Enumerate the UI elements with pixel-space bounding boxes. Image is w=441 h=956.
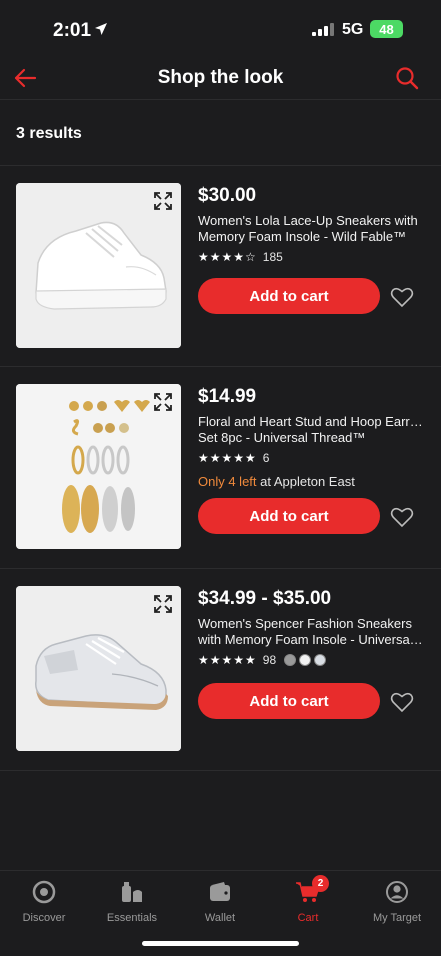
battery-icon: 48: [370, 20, 403, 38]
search-icon: [396, 67, 419, 90]
store-label: at Appleton East: [256, 474, 355, 489]
favorite-heart-icon[interactable]: [390, 506, 414, 533]
review-count: 6: [262, 451, 270, 465]
tab-label: Essentials: [106, 912, 158, 924]
expand-icon[interactable]: [153, 392, 173, 417]
target-logo-icon: [0, 879, 88, 905]
status-time: 2:01: [53, 20, 92, 41]
add-to-cart-button[interactable]: Add to cart: [198, 278, 380, 314]
product-price: $34.99 - $35.00: [198, 588, 332, 609]
product-image-sneaker-white[interactable]: [16, 183, 181, 348]
expand-icon[interactable]: [153, 191, 173, 216]
tab-label: Discover: [22, 912, 66, 924]
product-card[interactable]: $14.99 Floral and Heart Stud and Hoop Ea…: [0, 367, 441, 569]
home-indicator[interactable]: [142, 941, 299, 946]
search-button[interactable]: [392, 64, 422, 92]
product-title-line-1: Women's Lola Lace-Up Sneakers with: [198, 213, 418, 228]
cart-badge: 2: [312, 875, 329, 892]
tab-label: Cart: [297, 912, 319, 924]
add-to-cart-button[interactable]: Add to cart: [198, 683, 380, 719]
review-count: 98: [262, 653, 277, 667]
rating-stars-icon: ★★★★☆: [198, 250, 257, 264]
cart-icon: 2: [264, 875, 352, 905]
product-title-line-2: with Memory Foam Insole - Universal...: [198, 632, 423, 647]
rating-row[interactable]: ★★★★☆ 185: [198, 250, 283, 264]
results-count: 3 results: [16, 125, 82, 142]
favorite-heart-icon[interactable]: [390, 286, 414, 313]
tab-discover[interactable]: Discover: [0, 879, 88, 924]
wallet-icon: [176, 879, 264, 905]
favorite-heart-icon[interactable]: [390, 691, 414, 718]
account-icon: [353, 879, 441, 905]
product-card[interactable]: $34.99 - $35.00 Women's Spencer Fashion …: [0, 569, 441, 771]
rating-stars-icon: ★★★★★: [198, 451, 257, 465]
tab-my-target[interactable]: My Target: [353, 879, 441, 924]
add-to-cart-button[interactable]: Add to cart: [198, 498, 380, 534]
product-price: $14.99: [198, 386, 257, 407]
color-swatch[interactable]: [314, 654, 327, 666]
product-title[interactable]: Women's Spencer Fashion Sneakers with Me…: [198, 616, 423, 648]
product-title-line-2: Set 8pc - Universal Thread™: [198, 430, 366, 445]
product-title-line-1: Women's Spencer Fashion Sneakers: [198, 616, 412, 631]
tab-label: Wallet: [204, 912, 236, 924]
rating-row[interactable]: ★★★★★ 6: [198, 451, 269, 465]
review-count: 185: [262, 250, 283, 264]
color-swatches[interactable]: [284, 654, 329, 666]
product-title-line-1: Floral and Heart Stud and Hoop Earring: [198, 414, 423, 429]
page-title: Shop the look: [157, 67, 284, 88]
tab-wallet[interactable]: Wallet: [176, 879, 264, 924]
stock-status: Only 4 left at Appleton East: [198, 474, 355, 489]
network-label: 5G: [342, 21, 364, 38]
tab-essentials[interactable]: Essentials: [88, 879, 176, 924]
tab-cart[interactable]: 2 Cart: [264, 875, 352, 924]
product-price: $30.00: [198, 185, 257, 206]
product-image-sneaker-silver[interactable]: [16, 586, 181, 751]
signal-icon: [312, 23, 334, 41]
location-arrow-icon: [94, 22, 108, 41]
essentials-icon: [88, 879, 176, 905]
rating-stars-icon: ★★★★★: [198, 653, 257, 667]
product-title-line-2: Memory Foam Insole - Wild Fable™: [198, 229, 407, 244]
nav-header: Shop the look: [0, 58, 441, 100]
color-swatch[interactable]: [299, 654, 312, 666]
rating-row[interactable]: ★★★★★ 98: [198, 653, 329, 667]
tab-label: My Target: [372, 912, 422, 924]
product-image-earrings[interactable]: [16, 384, 181, 549]
product-list: $30.00 Women's Lola Lace-Up Sneakers wit…: [0, 165, 441, 771]
low-stock-label: Only 4 left: [198, 474, 257, 489]
battery-level: 48: [379, 21, 394, 37]
product-card[interactable]: $30.00 Women's Lola Lace-Up Sneakers wit…: [0, 165, 441, 367]
status-bar: 2:01 5G 48: [0, 0, 441, 58]
product-title[interactable]: Floral and Heart Stud and Hoop Earring S…: [198, 414, 423, 446]
expand-icon[interactable]: [153, 594, 173, 619]
color-swatch[interactable]: [284, 654, 297, 666]
product-title[interactable]: Women's Lola Lace-Up Sneakers with Memor…: [198, 213, 423, 245]
